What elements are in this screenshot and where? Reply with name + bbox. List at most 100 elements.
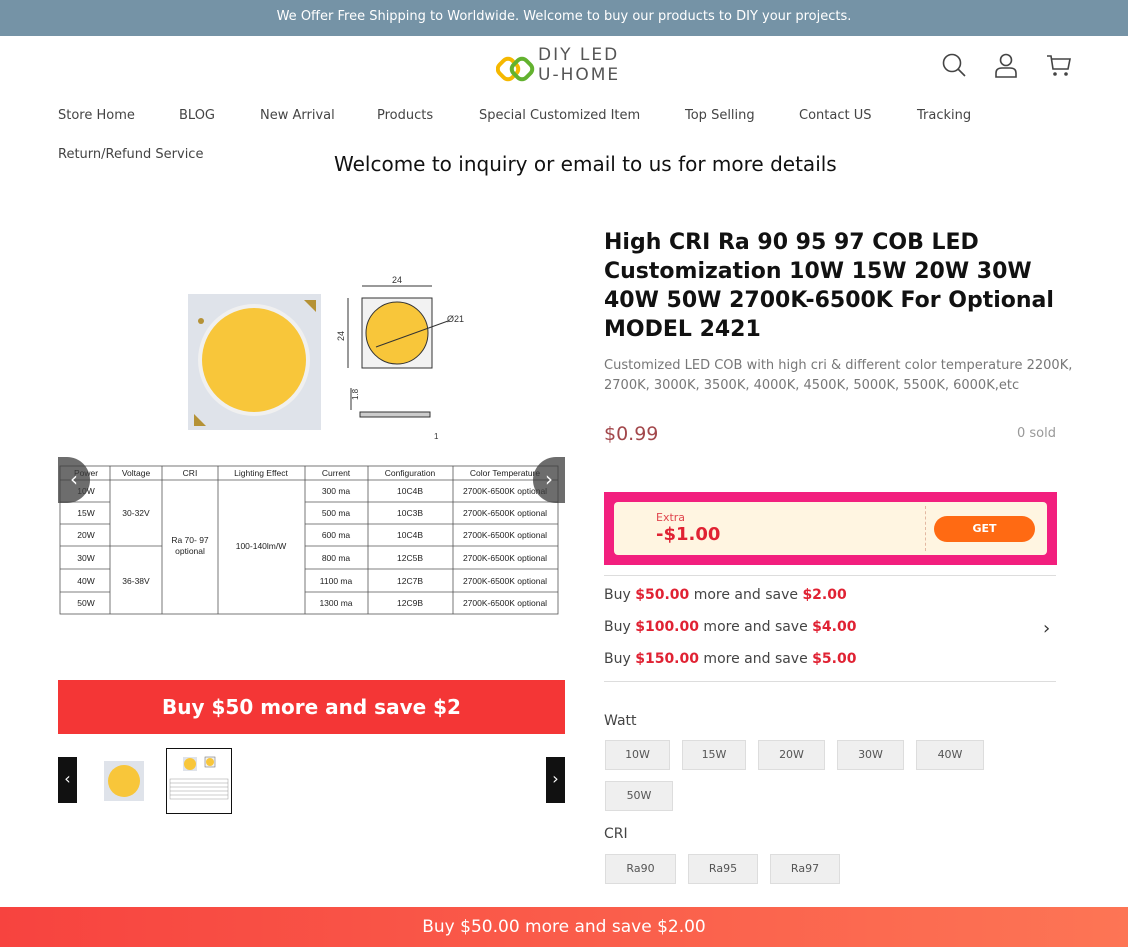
spec-current: 500 ma: [322, 508, 351, 518]
spec-power: 30W: [77, 553, 94, 563]
savings-text: Buy: [604, 587, 636, 603]
savings-text: Buy: [604, 651, 636, 667]
logo-line1: DIY LED: [538, 45, 620, 65]
option-watt[interactable]: 50W: [605, 781, 673, 811]
coupon-banner: Extra -$1.00 GET: [604, 492, 1057, 565]
spec-configuration: 10C3B: [397, 508, 423, 518]
sold-count: 0 sold: [1017, 426, 1056, 441]
option-cri[interactable]: Ra97: [770, 854, 840, 884]
bottom-promo-bar[interactable]: Buy $50.00 more and save $2.00: [0, 907, 1128, 947]
nav-products[interactable]: Products: [377, 108, 433, 123]
cart-icon[interactable]: [1046, 52, 1072, 78]
announcement-bar: We Offer Free Shipping to Worldwide. Wel…: [0, 0, 1128, 36]
chevron-right-icon[interactable]: ›: [1043, 618, 1050, 639]
savings-amount: $2.00: [802, 587, 847, 603]
spec-power: 50W: [77, 598, 94, 608]
savings-amount: $4.00: [812, 619, 857, 635]
nav-contact-us[interactable]: Contact US: [799, 108, 871, 123]
spec-current: 1300 ma: [319, 598, 352, 608]
spec-cri-optional: optional: [175, 546, 205, 556]
chevron-right-icon: ›: [552, 769, 559, 788]
option-watt[interactable]: 10W: [605, 740, 670, 770]
spec-header-configuration: Configuration: [385, 468, 436, 478]
dim-width-label: 24: [392, 275, 402, 285]
savings-tier[interactable]: Buy $150.00 more and save $5.00: [604, 651, 856, 667]
search-icon[interactable]: [941, 52, 967, 78]
coupon-divider: [925, 506, 926, 551]
savings-tier[interactable]: Buy $50.00 more and save $2.00: [604, 587, 847, 603]
spec-power: 40W: [77, 576, 94, 586]
bottom-promo-threshold: $50.00: [460, 917, 520, 937]
spec-voltage: 30-32V: [122, 508, 150, 518]
savings-threshold: $50.00: [635, 587, 690, 603]
thumbnail-image: [104, 761, 144, 801]
product-title: High CRI Ra 90 95 97 COB LED Customizati…: [604, 230, 1054, 342]
chevron-left-icon: ‹: [64, 769, 71, 788]
promo-bar[interactable]: Buy $50 more and save $2: [58, 680, 565, 734]
nav-blog[interactable]: BLOG: [179, 108, 215, 123]
option-watt[interactable]: 30W: [837, 740, 904, 770]
spec-current: 300 ma: [322, 486, 351, 496]
nav-tracking[interactable]: Tracking: [917, 108, 971, 123]
spec-header-color-temp: Color Temperature: [470, 468, 541, 478]
cri-label: CRI: [604, 826, 628, 842]
spec-header-cri: CRI: [183, 468, 198, 478]
dim-edge-label: 1: [434, 432, 439, 441]
spec-power: 15W: [77, 508, 94, 518]
logo-rings-icon: [496, 56, 535, 82]
nav-new-arrival[interactable]: New Arrival: [260, 108, 335, 123]
nav-special-customized[interactable]: Special Customized Item: [479, 108, 640, 123]
thumbnail-spec-sheet[interactable]: [166, 748, 232, 814]
spec-color-temp: 2700K-6500K optional: [463, 553, 547, 563]
chevron-left-icon: ‹: [70, 467, 78, 491]
nav-store-home[interactable]: Store Home: [58, 108, 135, 123]
store-logo[interactable]: DIY LED U-HOME: [496, 44, 636, 90]
savings-text: more and save: [698, 619, 813, 635]
bottom-promo-text: more and save: [519, 917, 658, 937]
user-icon[interactable]: [993, 52, 1019, 78]
option-watt[interactable]: 15W: [682, 740, 746, 770]
thumb-next-button[interactable]: ›: [546, 757, 565, 803]
dim-height-label: 24: [336, 331, 346, 341]
spec-configuration: 12C5B: [397, 553, 423, 563]
spec-power: 20W: [77, 530, 94, 540]
spec-current: 1100 ma: [320, 576, 353, 586]
coupon-ticket: Extra -$1.00 GET: [614, 502, 1047, 555]
bottom-promo-amount: $2.00: [657, 917, 706, 937]
thumbnail-cob-photo[interactable]: [91, 748, 157, 814]
spec-current: 600 ma: [322, 530, 351, 540]
divider: [604, 575, 1056, 576]
option-watt[interactable]: 20W: [758, 740, 825, 770]
nav-top-selling[interactable]: Top Selling: [685, 108, 755, 123]
product-main-image[interactable]: 24 24 Ø21 1.8 1 Power Voltage CRI Lighti…: [58, 226, 565, 656]
spec-configuration: 12C9B: [397, 598, 423, 608]
savings-tier[interactable]: Buy $100.00 more and save $4.00: [604, 619, 856, 635]
logo-line2: U-HOME: [538, 65, 621, 85]
spec-cri: Ra 70- 97: [171, 535, 209, 545]
option-watt[interactable]: 40W: [916, 740, 984, 770]
spec-color-temp: 2700K-6500K optional: [463, 576, 547, 586]
spec-configuration: 10C4B: [397, 486, 423, 496]
dim-thickness-label: 1.8: [351, 388, 360, 400]
spec-voltage: 36-38V: [122, 576, 150, 586]
spec-current: 800 ma: [322, 553, 351, 563]
thumb-prev-button[interactable]: ‹: [58, 757, 77, 803]
coupon-amount: -$1.00: [656, 524, 721, 545]
spec-lighting-effect: 100-140lm/W: [236, 541, 287, 551]
spec-header-lighting: Lighting Effect: [234, 468, 288, 478]
product-subtitle: Customized LED COB with high cri & diffe…: [604, 358, 1073, 393]
nav-return-refund[interactable]: Return/Refund Service: [58, 147, 203, 162]
spec-color-temp: 2700K-6500K optional: [463, 508, 547, 518]
option-cri[interactable]: Ra95: [688, 854, 758, 884]
chevron-right-icon: ›: [545, 467, 553, 491]
product-price: $0.99: [604, 423, 659, 445]
coupon-get-button[interactable]: GET: [934, 516, 1035, 542]
spec-color-temp: 2700K-6500K optional: [463, 530, 547, 540]
dim-diameter-label: Ø21: [447, 314, 464, 324]
thumbnail-image: [169, 756, 229, 800]
spec-header-current: Current: [322, 468, 351, 478]
option-cri[interactable]: Ra90: [605, 854, 676, 884]
savings-text: Buy: [604, 619, 636, 635]
welcome-message: Welcome to inquiry or email to us for mo…: [334, 152, 837, 176]
divider: [604, 681, 1056, 682]
